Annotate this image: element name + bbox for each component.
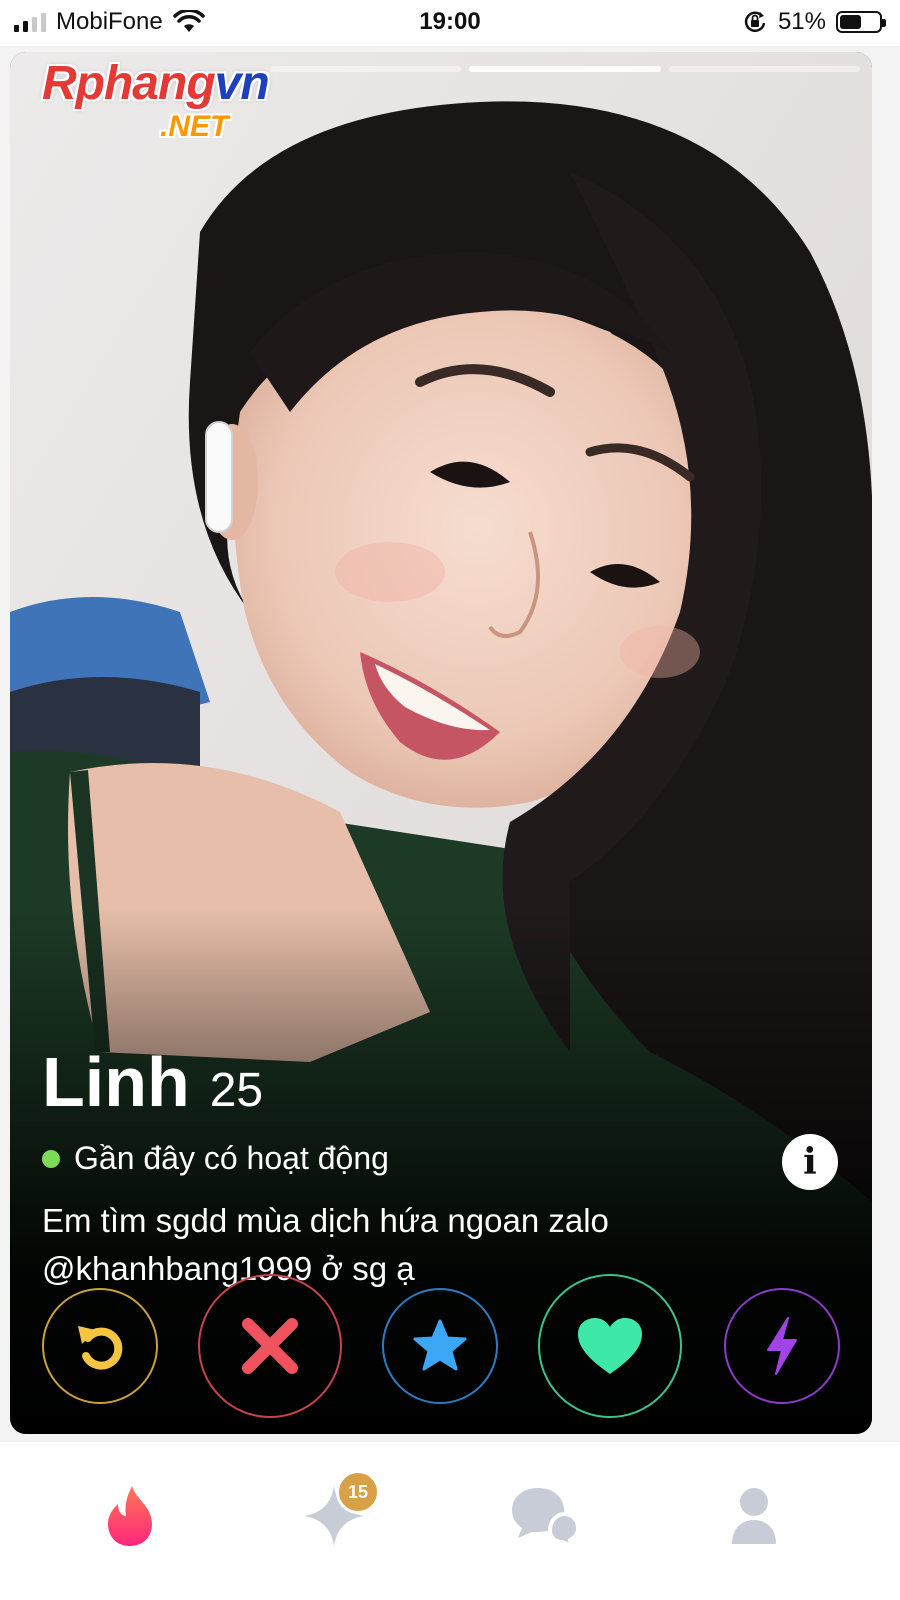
tab-messages[interactable] — [504, 1476, 584, 1556]
tab-profile[interactable] — [714, 1476, 794, 1556]
like-button[interactable] — [538, 1274, 682, 1418]
top-picks-badge: 15 — [336, 1470, 380, 1514]
info-icon: i — [803, 1141, 817, 1183]
bottom-tab-bar: 15 — [0, 1442, 900, 1600]
watermark-logo: Rphangvn .NET — [42, 57, 270, 144]
star-icon — [413, 1319, 467, 1371]
heart-icon — [578, 1318, 642, 1374]
chat-bubbles-icon — [512, 1488, 580, 1548]
name-age-row: Linh 25 — [42, 1042, 832, 1122]
super-like-button[interactable] — [382, 1288, 498, 1404]
orientation-lock-icon — [744, 11, 766, 32]
active-dot-icon — [42, 1149, 60, 1168]
rewind-button[interactable] — [42, 1288, 158, 1404]
profile-age: 25 — [209, 1064, 264, 1117]
profile-card[interactable]: Rphangvn .NET Linh 25 Gần đây có hoạt độ… — [10, 52, 872, 1434]
nope-button[interactable] — [198, 1274, 342, 1418]
activity-status: Gần đây có hoạt động — [42, 1140, 832, 1177]
tab-discover[interactable] — [90, 1476, 170, 1556]
status-bar-right: 51% — [742, 8, 886, 36]
profile-info: Linh 25 Gần đây có hoạt động Em tìm sgdd… — [42, 1042, 832, 1293]
battery-icon — [836, 11, 886, 33]
close-x-icon — [242, 1318, 298, 1374]
watermark-domain: .NET — [160, 110, 229, 143]
lightning-icon — [767, 1317, 797, 1375]
rewind-icon — [78, 1326, 123, 1370]
photo-progress-segment[interactable] — [270, 66, 462, 72]
activity-label: Gần đây có hoạt động — [74, 1140, 389, 1176]
tab-top-picks[interactable]: 15 — [294, 1470, 380, 1556]
person-icon — [732, 1488, 776, 1544]
photo-progress-bar — [270, 66, 860, 72]
status-bar: MobiFone 19:00 51% — [0, 0, 900, 46]
profile-info-button[interactable]: i — [782, 1134, 838, 1190]
battery-percent: 51% — [777, 8, 826, 35]
photo-progress-segment[interactable] — [668, 66, 860, 72]
flame-icon — [108, 1486, 152, 1546]
profile-name: Linh — [42, 1043, 190, 1121]
watermark-brand-accent: vn — [214, 57, 270, 110]
watermark-brand: Rphangvn — [42, 57, 270, 110]
boost-button[interactable] — [724, 1288, 840, 1404]
action-buttons — [10, 1274, 872, 1420]
photo-progress-segment-active[interactable] — [469, 66, 661, 72]
watermark-brand-main: Rphang — [42, 57, 216, 110]
